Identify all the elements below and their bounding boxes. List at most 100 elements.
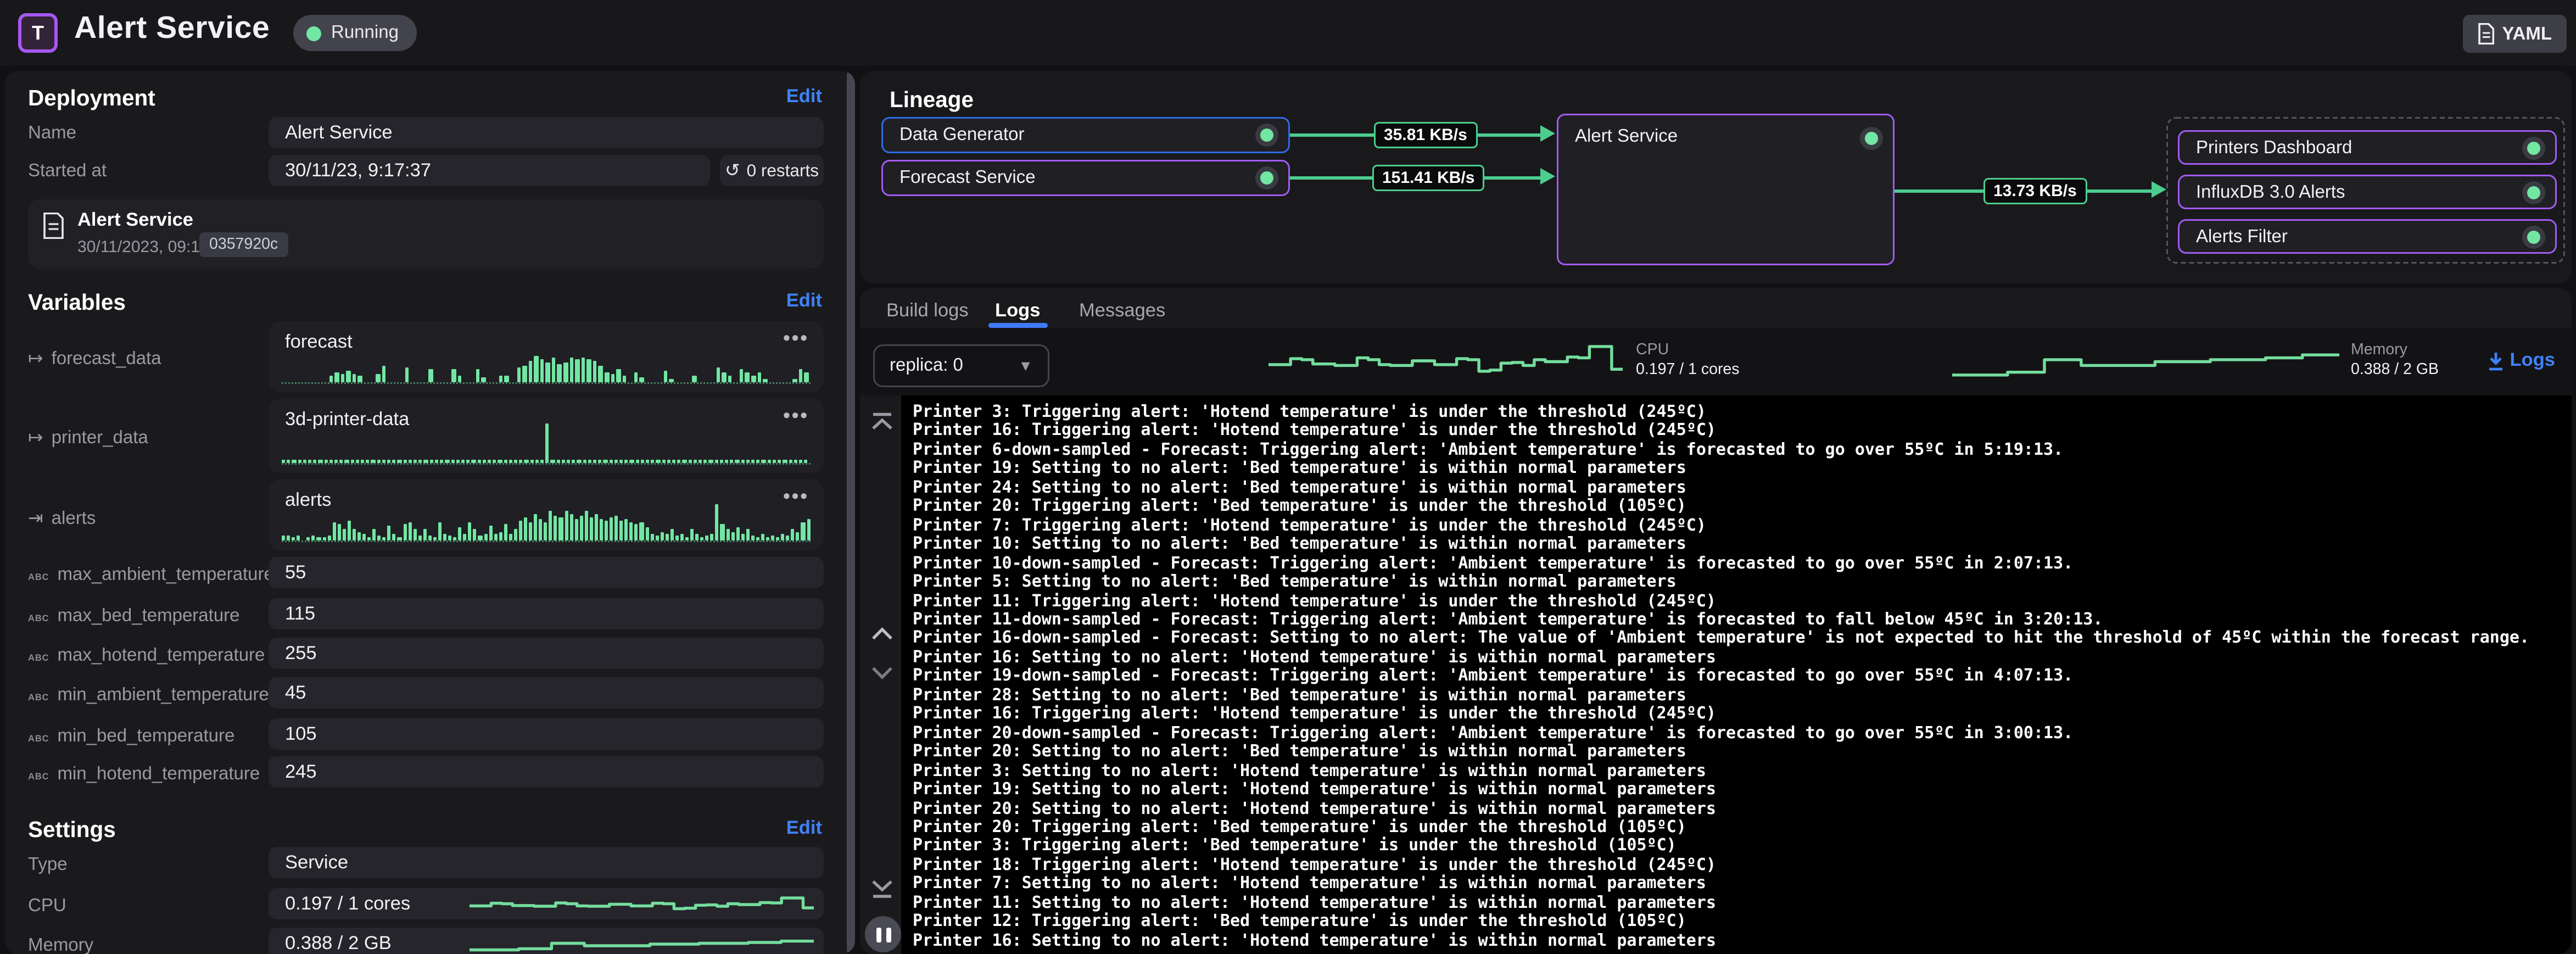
topic-card-title: forecast <box>285 333 353 353</box>
active-tab-underline <box>988 323 1048 328</box>
started-at-field: 30/11/23, 9:17:37 <box>269 155 710 186</box>
node-status-icon <box>2522 136 2545 159</box>
log-line: Printer 3: Triggering alert: 'Hotend tem… <box>913 404 2572 422</box>
lineage-node-alert-service[interactable]: Alert Service <box>1557 114 1895 265</box>
log-line: Printer 20: Triggering alert: 'Bed tempe… <box>913 819 2572 838</box>
deployment-name-field: Alert Service <box>269 117 824 148</box>
deployment-panel: Deployment Edit Name Alert Service Start… <box>5 71 855 954</box>
logs-toolbar: replica: 0 ▼ CPU 0.197 / 1 cores Memory … <box>860 328 2572 395</box>
name-label: Name <box>28 124 76 143</box>
scroll-to-bottom-icon[interactable] <box>870 878 895 900</box>
yaml-button-label: YAML <box>2502 24 2552 44</box>
type-label: Type <box>28 855 68 875</box>
topic-menu-button[interactable]: ••• <box>783 326 809 349</box>
edge-throughput-badge: 35.81 KB/s <box>1374 122 1477 148</box>
lineage-node-printers-dashboard[interactable]: Printers Dashboard <box>2178 130 2557 165</box>
logs-cpu-label: CPU <box>1636 341 1740 361</box>
lineage-panel: Lineage 35.81 KB/s 151.41 KB/s 13.73 KB/… <box>860 71 2572 283</box>
cpu-label: CPU <box>28 896 66 916</box>
topic-card-alerts[interactable]: alerts ••• <box>269 479 824 550</box>
node-status-icon <box>2522 181 2545 204</box>
edge-arrowhead-icon <box>1540 125 1555 142</box>
topic-input-icon: ↦ <box>28 349 43 369</box>
started-at-label: Started at <box>28 161 107 181</box>
settings-edit-link[interactable]: Edit <box>786 819 822 839</box>
log-line: Printer 20-down-sampled - Forecast: Trig… <box>913 724 2572 743</box>
log-line: Printer 16-down-sampled - Forecast: Sett… <box>913 630 2572 649</box>
replica-select[interactable]: replica: 0 ▼ <box>873 344 1049 387</box>
left-panel-scrollbar[interactable] <box>847 71 855 954</box>
node-status-icon <box>1860 127 1883 150</box>
chevron-down-icon[interactable] <box>870 666 895 680</box>
logs-cpu-chart <box>1269 338 1623 384</box>
deployment-name-value: Alert Service <box>285 123 393 143</box>
node-status-icon <box>2522 225 2545 248</box>
lineage-node-alerts-filter[interactable]: Alerts Filter <box>2178 219 2557 254</box>
topic-card-forecast[interactable]: forecast ••• <box>269 321 824 392</box>
deployment-commit-card[interactable]: Alert Service 30/11/2023, 09:17 0357920c <box>28 199 824 269</box>
tab-logs[interactable]: Logs <box>995 302 1040 321</box>
logs-memory-value: 0.388 / 2 GB <box>2351 361 2439 381</box>
log-line: Printer 16: Setting to no alert: 'Hotend… <box>913 649 2572 668</box>
variable-field-min-bed: 105 <box>269 718 824 750</box>
node-label: Alert Service <box>1575 127 1678 147</box>
variable-label-min-hotend: ABCmin_hotend_temperature <box>28 765 260 784</box>
variable-field-max-ambient: 55 <box>269 557 824 588</box>
commit-title: Alert Service <box>77 211 193 231</box>
string-type-icon: ABC <box>28 615 49 624</box>
log-line: Printer 18: Triggering alert: 'Hotend te… <box>913 857 2572 875</box>
topic-output-icon: ⇥ <box>28 509 43 529</box>
variable-label-max-ambient: ABCmax_ambient_temperature <box>28 565 274 585</box>
log-line: Printer 19-down-sampled - Forecast: Trig… <box>913 668 2572 687</box>
log-line: Printer 5: Setting to no alert: 'Bed tem… <box>913 573 2572 592</box>
log-line: Printer 16: Triggering alert: 'Hotend te… <box>913 422 2572 441</box>
restarts-button[interactable]: ↺ 0 restarts <box>720 155 824 186</box>
variable-label-forecast-data: ↦forecast_data <box>28 348 161 369</box>
string-type-icon: ABC <box>28 735 49 745</box>
topic-input-icon: ↦ <box>28 428 43 448</box>
log-console[interactable]: Printer 3: Triggering alert: 'Hotend tem… <box>901 395 2572 954</box>
log-line: Printer 20: Setting to no alert: 'Hotend… <box>913 800 2572 819</box>
restarts-label: 0 restarts <box>747 161 819 181</box>
deployment-section-title: Deployment <box>28 86 155 110</box>
logs-memory-label: Memory <box>2351 341 2439 361</box>
cpu-field: 0.197 / 1 cores <box>269 888 824 919</box>
node-label: Data Generator <box>899 125 1024 145</box>
document-icon <box>43 213 64 239</box>
download-logs-button[interactable]: Logs <box>2487 351 2555 371</box>
log-line: Printer 16: Triggering alert: 'Hotend te… <box>913 706 2572 724</box>
variables-edit-link[interactable]: Edit <box>786 292 822 311</box>
tab-messages[interactable]: Messages <box>1079 302 1165 321</box>
pause-autoscroll-button[interactable] <box>865 916 901 952</box>
lineage-node-data-generator[interactable]: Data Generator <box>881 117 1290 153</box>
download-icon <box>2487 352 2504 370</box>
lineage-section-title: Lineage <box>890 87 974 112</box>
topic-card-printer-data[interactable]: 3d-printer-data ••• <box>269 399 824 473</box>
log-line: Printer 7: Setting to no alert: 'Hotend … <box>913 875 2572 894</box>
log-line: Printer 24: Setting to no alert: 'Bed te… <box>913 479 2572 498</box>
document-icon <box>2478 23 2494 44</box>
scroll-to-top-icon[interactable] <box>870 412 895 433</box>
yaml-button[interactable]: YAML <box>2463 15 2567 53</box>
chevron-up-icon[interactable] <box>870 626 895 641</box>
logs-cpu-value: 0.197 / 1 cores <box>1636 361 1740 381</box>
node-label: Forecast Service <box>899 168 1036 188</box>
node-label: InfluxDB 3.0 Alerts <box>2196 182 2345 202</box>
variable-label-max-bed: ABCmax_bed_temperature <box>28 606 240 626</box>
deployment-edit-link[interactable]: Edit <box>786 87 822 107</box>
node-status-icon <box>1255 124 1278 147</box>
node-status-icon <box>1255 166 1278 189</box>
tab-build-logs[interactable]: Build logs <box>886 302 969 321</box>
log-line: Printer 16: Setting to no alert: 'Hotend… <box>913 932 2572 951</box>
replica-select-value: replica: 0 <box>890 356 963 376</box>
string-type-icon: ABC <box>28 694 49 704</box>
string-type-icon: ABC <box>28 573 49 583</box>
variable-label-max-hotend: ABCmax_hotend_temperature <box>28 646 265 666</box>
log-line: Printer 11-down-sampled - Forecast: Trig… <box>913 611 2572 630</box>
variable-field-max-hotend: 255 <box>269 638 824 669</box>
variable-label-min-ambient: ABCmin_ambient_temperature <box>28 685 269 705</box>
lineage-node-forecast-service[interactable]: Forecast Service <box>881 160 1290 196</box>
variable-label-printer-data: ↦printer_data <box>28 427 148 448</box>
memory-field: 0.388 / 2 GB <box>269 928 824 954</box>
lineage-node-influxdb-alerts[interactable]: InfluxDB 3.0 Alerts <box>2178 175 2557 209</box>
